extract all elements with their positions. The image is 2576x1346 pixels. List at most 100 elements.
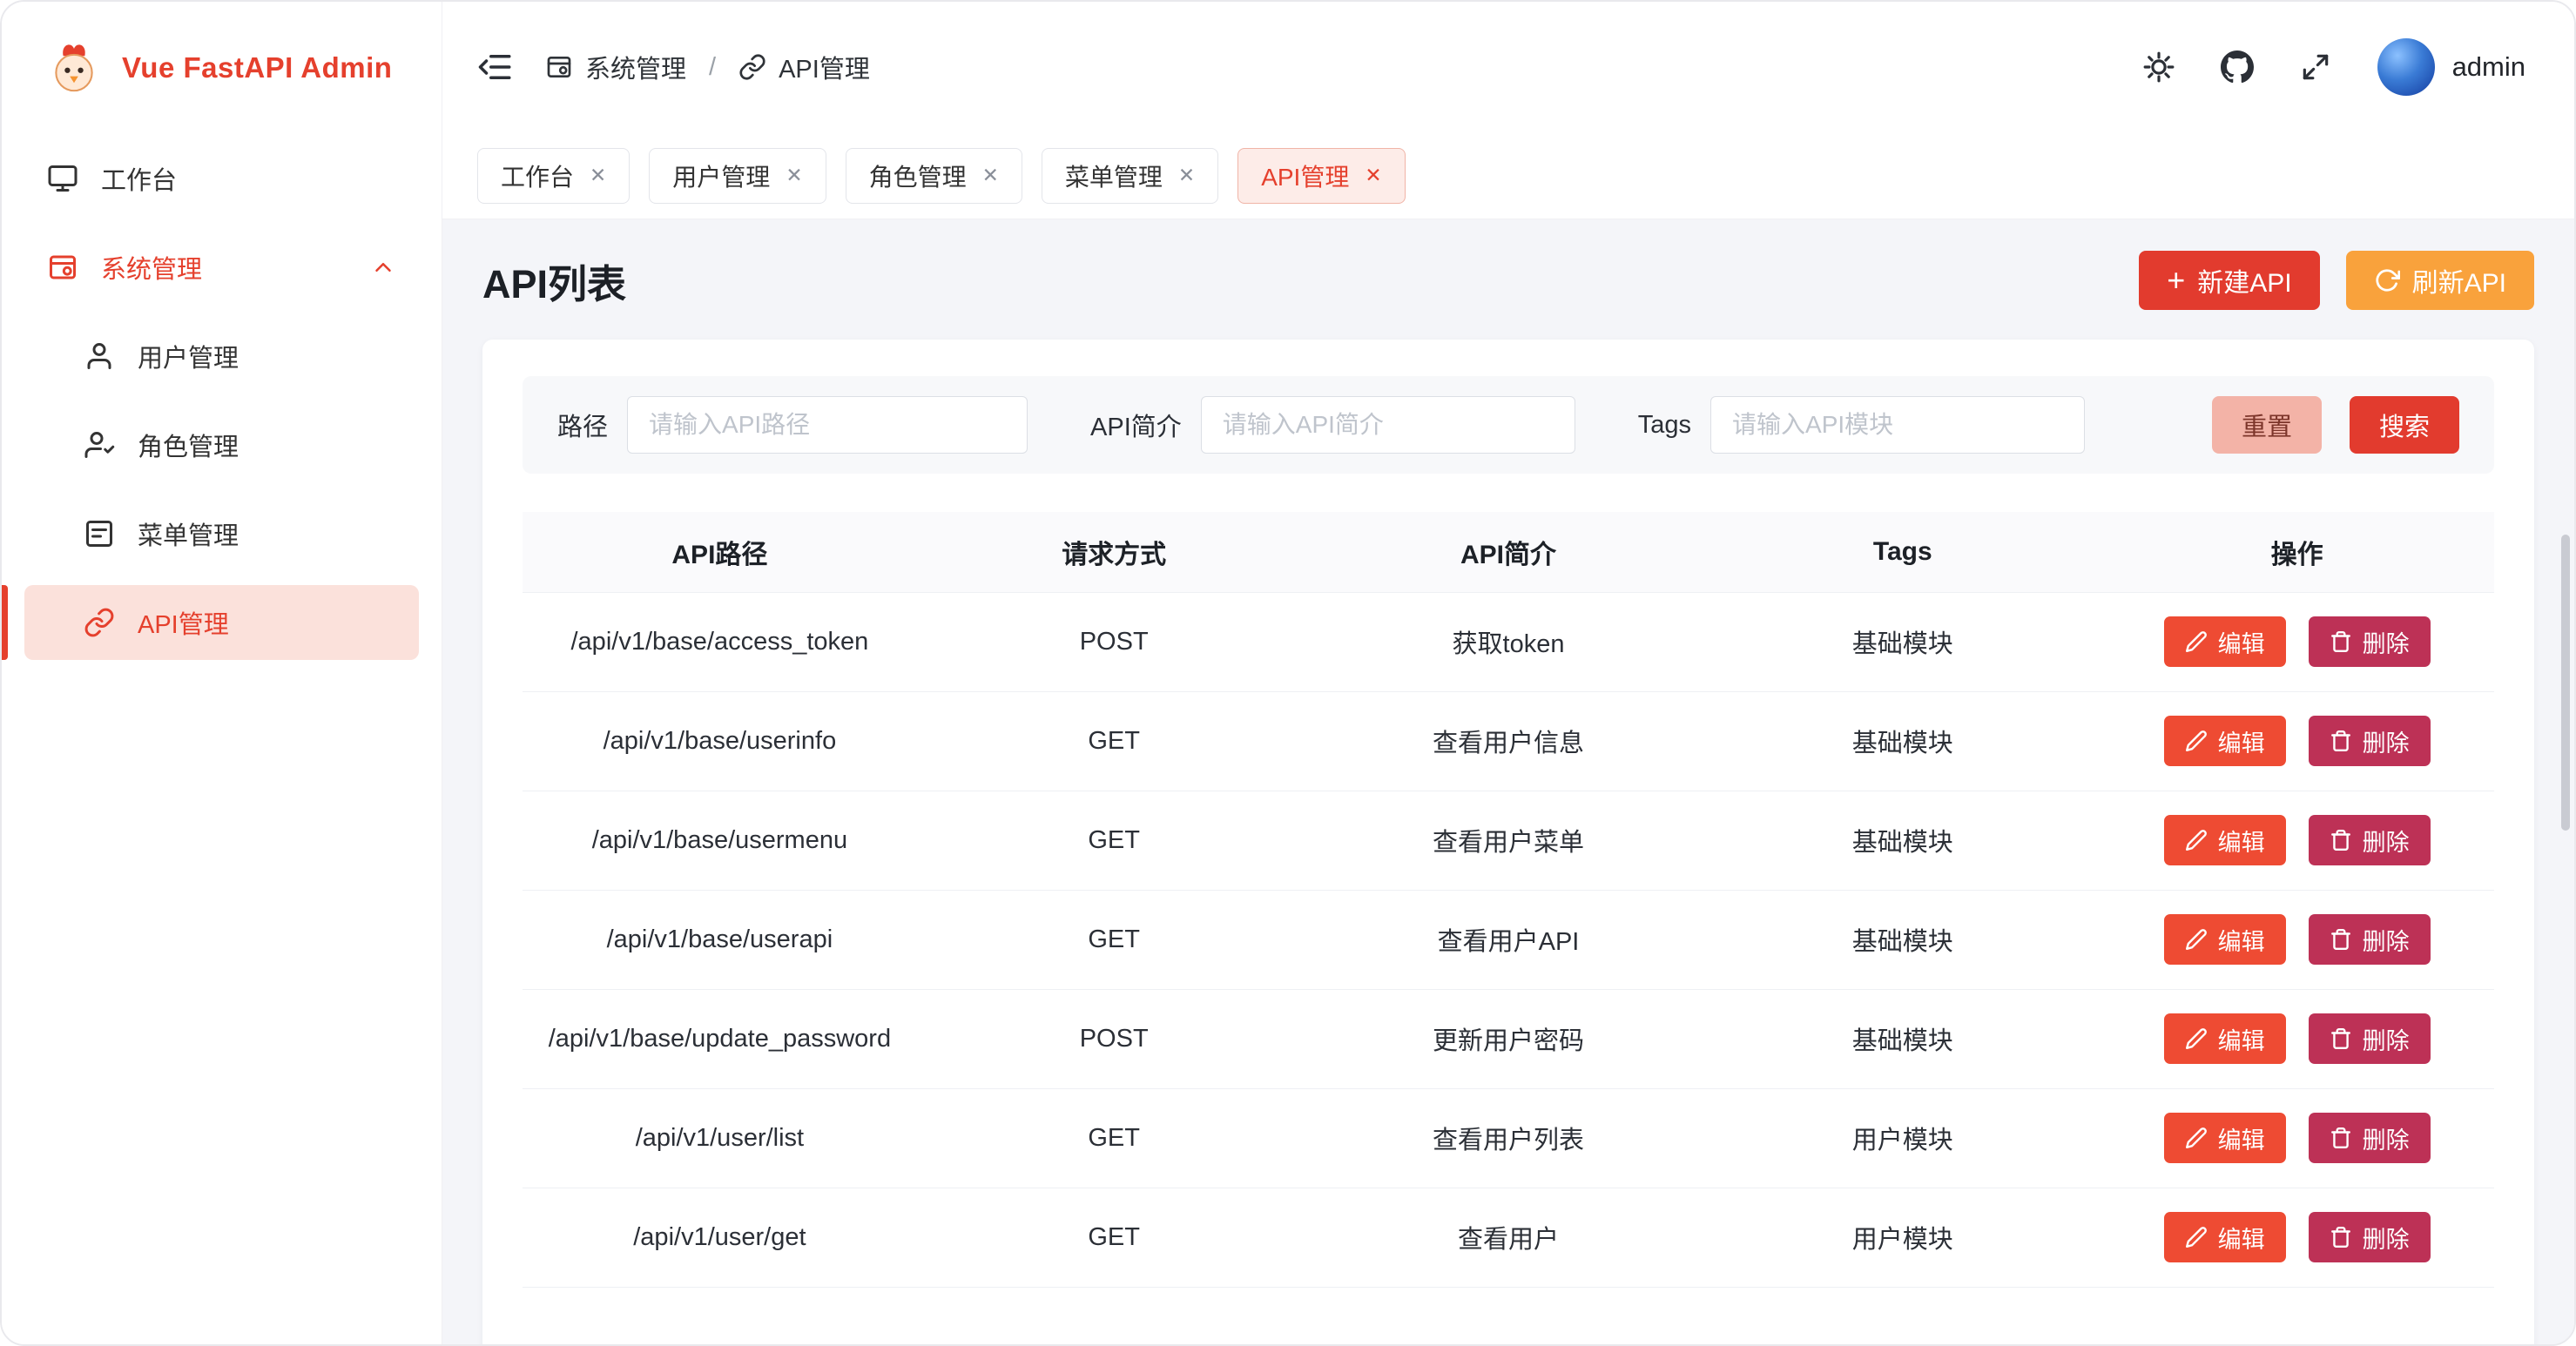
edit-button[interactable]: 编辑	[2164, 616, 2286, 667]
edit-button[interactable]: 编辑	[2164, 1113, 2286, 1163]
tab-label: 菜单管理	[1065, 158, 1163, 193]
sidebar-item-users[interactable]: 用户管理	[24, 319, 419, 394]
trash-icon	[2330, 630, 2352, 653]
tab-label: API管理	[1261, 158, 1349, 193]
delete-label: 删除	[2363, 1022, 2410, 1056]
logo-chicken-icon	[45, 39, 103, 97]
delete-button[interactable]: 删除	[2309, 1113, 2431, 1163]
row-actions: 编辑 删除	[2100, 716, 2494, 766]
close-icon[interactable]: ✕	[982, 165, 999, 185]
tab-workbench[interactable]: 工作台 ✕	[477, 148, 630, 204]
collapse-sidebar-button[interactable]	[477, 49, 514, 85]
table-row: /api/v1/base/userinfo GET 查看用户信息 基础模块 编辑…	[523, 691, 2494, 791]
cell-summary: 查看用户菜单	[1312, 791, 1706, 890]
edit-label: 编辑	[2218, 1121, 2265, 1155]
cell-method: GET	[917, 791, 1312, 890]
sidebar-item-workbench[interactable]: 工作台	[24, 141, 419, 216]
chevron-up-icon	[370, 254, 396, 280]
cell-method: POST	[917, 592, 1312, 691]
cell-path: /api/v1/user/list	[523, 1088, 917, 1188]
delete-label: 删除	[2363, 724, 2410, 758]
pencil-icon	[2185, 730, 2208, 752]
breadcrumb-item-api[interactable]: API管理	[738, 49, 870, 85]
sidebar-item-api[interactable]: API管理	[24, 585, 419, 660]
tab-menus[interactable]: 菜单管理 ✕	[1042, 148, 1218, 204]
breadcrumb-item-system[interactable]: 系统管理	[545, 49, 686, 85]
sidebar-menu: 工作台 系统管理 用户管理 角	[2, 134, 442, 660]
app-logo[interactable]: Vue FastAPI Admin	[2, 2, 442, 134]
cell-tags: 基础模块	[1705, 592, 2100, 691]
breadcrumb-label: 系统管理	[585, 49, 686, 85]
sidebar-item-label: 用户管理	[138, 338, 239, 374]
tab-users[interactable]: 用户管理 ✕	[649, 148, 826, 204]
row-actions: 编辑 删除	[2100, 914, 2494, 965]
search-button[interactable]: 搜索	[2350, 396, 2459, 454]
delete-button[interactable]: 删除	[2309, 914, 2431, 965]
row-actions: 编辑 删除	[2100, 1113, 2494, 1163]
delete-button[interactable]: 删除	[2309, 815, 2431, 865]
trash-icon	[2330, 730, 2352, 752]
create-api-button[interactable]: + 新建API	[2139, 251, 2319, 310]
filter-bar: 路径 API简介 Tags 重置 搜索	[523, 376, 2494, 474]
vertical-scrollbar[interactable]	[2561, 535, 2570, 831]
github-icon	[2221, 50, 2254, 84]
menu-fold-icon	[477, 49, 514, 85]
close-icon[interactable]: ✕	[590, 165, 606, 185]
sidebar-item-menus[interactable]: 菜单管理	[24, 496, 419, 571]
create-api-label: 新建API	[2197, 261, 2291, 299]
github-button[interactable]	[2221, 50, 2254, 84]
trash-icon	[2330, 928, 2352, 951]
delete-button[interactable]: 删除	[2309, 616, 2431, 667]
cell-summary: 获取token	[1312, 592, 1706, 691]
cell-tags: 用户模块	[1705, 1188, 2100, 1287]
pencil-icon	[2185, 1127, 2208, 1149]
workbench-icon	[47, 163, 78, 194]
delete-button[interactable]: 删除	[2309, 1212, 2431, 1262]
tags-input[interactable]	[1710, 396, 2085, 454]
delete-label: 删除	[2363, 923, 2410, 957]
column-header-actions: 操作	[2100, 512, 2494, 592]
tab-roles[interactable]: 角色管理 ✕	[846, 148, 1022, 204]
edit-label: 编辑	[2218, 824, 2265, 858]
cell-tags: 基础模块	[1705, 989, 2100, 1088]
cell-tags: 基础模块	[1705, 691, 2100, 791]
sidebar-item-system[interactable]: 系统管理	[24, 230, 419, 305]
trash-icon	[2330, 829, 2352, 851]
edit-button[interactable]: 编辑	[2164, 815, 2286, 865]
delete-button[interactable]: 删除	[2309, 716, 2431, 766]
edit-button[interactable]: 编辑	[2164, 716, 2286, 766]
column-header-tags: Tags	[1705, 512, 2100, 592]
api-link-icon	[84, 607, 115, 638]
username: admin	[2452, 51, 2525, 83]
row-actions: 编辑 删除	[2100, 616, 2494, 667]
edit-button[interactable]: 编辑	[2164, 1212, 2286, 1262]
edit-button[interactable]: 编辑	[2164, 1013, 2286, 1064]
close-icon[interactable]: ✕	[786, 165, 802, 185]
path-label: 路径	[557, 407, 608, 443]
user-menu[interactable]: admin	[2377, 38, 2525, 96]
pencil-icon	[2185, 1027, 2208, 1050]
api-link-icon	[738, 53, 766, 81]
cell-path: /api/v1/base/usermenu	[523, 791, 917, 890]
theme-toggle-button[interactable]	[2142, 50, 2175, 84]
reset-button[interactable]: 重置	[2212, 396, 2322, 454]
trash-icon	[2330, 1226, 2352, 1248]
delete-button[interactable]: 删除	[2309, 1013, 2431, 1064]
api-table: API路径 请求方式 API简介 Tags 操作 /api/v1/base/ac…	[523, 512, 2494, 1288]
refresh-api-button[interactable]: 刷新API	[2346, 251, 2534, 310]
tab-api[interactable]: API管理 ✕	[1237, 148, 1405, 204]
cell-method: GET	[917, 890, 1312, 989]
close-icon[interactable]: ✕	[1365, 165, 1381, 185]
cell-path: /api/v1/base/access_token	[523, 592, 917, 691]
fullscreen-button[interactable]	[2299, 50, 2332, 84]
close-icon[interactable]: ✕	[1178, 165, 1195, 185]
summary-input[interactable]	[1201, 396, 1575, 454]
cell-tags: 基础模块	[1705, 791, 2100, 890]
edit-button[interactable]: 编辑	[2164, 914, 2286, 965]
plus-icon: +	[2167, 265, 2185, 296]
avatar	[2377, 38, 2435, 96]
sidebar-item-roles[interactable]: 角色管理	[24, 407, 419, 482]
cell-summary: 更新用户密码	[1312, 989, 1706, 1088]
path-input[interactable]	[627, 396, 1028, 454]
table-row: /api/v1/user/list GET 查看用户列表 用户模块 编辑 删除	[523, 1088, 2494, 1188]
